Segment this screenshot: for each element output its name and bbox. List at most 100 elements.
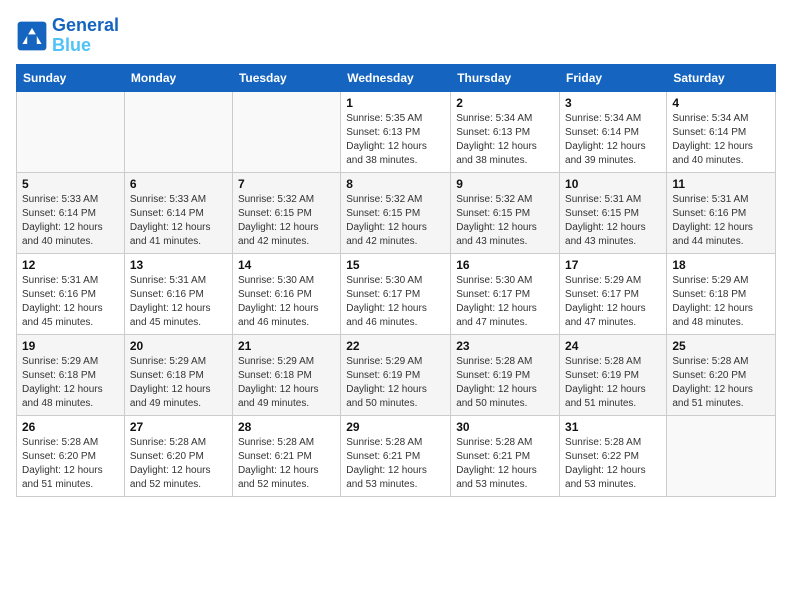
- calendar-cell: 4Sunrise: 5:34 AMSunset: 6:14 PMDaylight…: [667, 91, 776, 172]
- day-number: 25: [672, 339, 770, 353]
- day-number: 30: [456, 420, 554, 434]
- page-header: General Blue: [16, 16, 776, 56]
- logo-text: General Blue: [52, 16, 119, 56]
- day-info: Sunrise: 5:29 AMSunset: 6:17 PMDaylight:…: [565, 274, 661, 330]
- calendar-cell: 11Sunrise: 5:31 AMSunset: 6:16 PMDayligh…: [667, 172, 776, 253]
- day-header-thursday: Thursday: [451, 64, 560, 91]
- day-info: Sunrise: 5:34 AMSunset: 6:14 PMDaylight:…: [565, 112, 661, 168]
- day-info: Sunrise: 5:31 AMSunset: 6:16 PMDaylight:…: [672, 193, 770, 249]
- day-number: 14: [238, 258, 335, 272]
- day-number: 29: [346, 420, 445, 434]
- day-info: Sunrise: 5:30 AMSunset: 6:17 PMDaylight:…: [456, 274, 554, 330]
- calendar-cell: 8 Sunrise: 5:32 AMSunset: 6:15 PMDaylight…: [341, 172, 451, 253]
- day-number: 6: [130, 177, 227, 191]
- day-info: Sunrise: 5:28 AMSunset: 6:21 PMDaylight:…: [238, 436, 335, 492]
- calendar-cell: 22 Sunrise: 5:29 AMSunset: 6:19 PMDayligh…: [341, 334, 451, 415]
- day-info: Sunrise: 5:28 AMSunset: 6:20 PMDaylight:…: [672, 355, 770, 411]
- day-number: 10: [565, 177, 661, 191]
- calendar-cell: 21 Sunrise: 5:29 AMSunset: 6:18 PMDayligh…: [232, 334, 340, 415]
- calendar-cell: [667, 415, 776, 496]
- calendar-cell: 6 Sunrise: 5:33 AMSunset: 6:14 PMDaylight…: [124, 172, 232, 253]
- day-header-saturday: Saturday: [667, 64, 776, 91]
- day-header-tuesday: Tuesday: [232, 64, 340, 91]
- day-info: Sunrise: 5:31 AMSunset: 6:16 PMDaylight:…: [130, 274, 227, 330]
- day-info: Sunrise: 5:29 AMSunset: 6:18 PMDaylight:…: [130, 355, 227, 411]
- day-number: 22: [346, 339, 445, 353]
- day-info: Sunrise: 5:28 AMSunset: 6:21 PMDaylight:…: [346, 436, 445, 492]
- day-info: Sunrise: 5:30 AMSunset: 6:17 PMDaylight:…: [346, 274, 445, 330]
- day-number: 5: [22, 177, 119, 191]
- day-info: Sunrise: 5:34 AMSunset: 6:13 PMDaylight:…: [456, 112, 554, 168]
- day-number: 24: [565, 339, 661, 353]
- logo-icon: [16, 20, 48, 52]
- day-number: 12: [22, 258, 119, 272]
- calendar-cell: 29 Sunrise: 5:28 AMSunset: 6:21 PMDayligh…: [341, 415, 451, 496]
- day-number: 15: [346, 258, 445, 272]
- day-number: 7: [238, 177, 335, 191]
- day-info: Sunrise: 5:29 AMSunset: 6:19 PMDaylight:…: [346, 355, 445, 411]
- day-number: 28: [238, 420, 335, 434]
- day-header-wednesday: Wednesday: [341, 64, 451, 91]
- week-row-5: 26 Sunrise: 5:28 AMSunset: 6:20 PMDayligh…: [17, 415, 776, 496]
- day-number: 8: [346, 177, 445, 191]
- day-info: Sunrise: 5:32 AMSunset: 6:15 PMDaylight:…: [346, 193, 445, 249]
- day-header-monday: Monday: [124, 64, 232, 91]
- day-info: Sunrise: 5:33 AMSunset: 6:14 PMDaylight:…: [130, 193, 227, 249]
- calendar-cell: 7 Sunrise: 5:32 AMSunset: 6:15 PMDaylight…: [232, 172, 340, 253]
- calendar-cell: 5 Sunrise: 5:33 AMSunset: 6:14 PMDaylight…: [17, 172, 125, 253]
- calendar-cell: 26 Sunrise: 5:28 AMSunset: 6:20 PMDayligh…: [17, 415, 125, 496]
- day-number: 26: [22, 420, 119, 434]
- day-number: 20: [130, 339, 227, 353]
- day-info: Sunrise: 5:28 AMSunset: 6:20 PMDaylight:…: [130, 436, 227, 492]
- day-number: 18: [672, 258, 770, 272]
- day-number: 19: [22, 339, 119, 353]
- day-header-sunday: Sunday: [17, 64, 125, 91]
- day-number: 1: [346, 96, 445, 110]
- calendar-cell: 14 Sunrise: 5:30 AMSunset: 6:16 PMDayligh…: [232, 253, 340, 334]
- day-number: 16: [456, 258, 554, 272]
- day-info: Sunrise: 5:28 AMSunset: 6:22 PMDaylight:…: [565, 436, 661, 492]
- day-info: Sunrise: 5:32 AMSunset: 6:15 PMDaylight:…: [238, 193, 335, 249]
- calendar-cell: 2 Sunrise: 5:34 AMSunset: 6:13 PMDaylight…: [451, 91, 560, 172]
- day-number: 23: [456, 339, 554, 353]
- calendar-cell: 28 Sunrise: 5:28 AMSunset: 6:21 PMDayligh…: [232, 415, 340, 496]
- calendar-cell: 9 Sunrise: 5:32 AMSunset: 6:15 PMDaylight…: [451, 172, 560, 253]
- day-number: 2: [456, 96, 554, 110]
- day-info: Sunrise: 5:31 AMSunset: 6:15 PMDaylight:…: [565, 193, 661, 249]
- days-header-row: SundayMondayTuesdayWednesdayThursdayFrid…: [17, 64, 776, 91]
- calendar-cell: 27Sunrise: 5:28 AMSunset: 6:20 PMDayligh…: [124, 415, 232, 496]
- calendar-cell: 13Sunrise: 5:31 AMSunset: 6:16 PMDayligh…: [124, 253, 232, 334]
- day-info: Sunrise: 5:30 AMSunset: 6:16 PMDaylight:…: [238, 274, 335, 330]
- day-info: Sunrise: 5:34 AMSunset: 6:14 PMDaylight:…: [672, 112, 770, 168]
- day-info: Sunrise: 5:35 AMSunset: 6:13 PMDaylight:…: [346, 112, 445, 168]
- calendar-cell: 25 Sunrise: 5:28 AMSunset: 6:20 PMDayligh…: [667, 334, 776, 415]
- day-info: Sunrise: 5:29 AMSunset: 6:18 PMDaylight:…: [238, 355, 335, 411]
- day-info: Sunrise: 5:28 AMSunset: 6:20 PMDaylight:…: [22, 436, 119, 492]
- calendar-cell: 3Sunrise: 5:34 AMSunset: 6:14 PMDaylight…: [560, 91, 667, 172]
- calendar-cell: 12Sunrise: 5:31 AMSunset: 6:16 PMDayligh…: [17, 253, 125, 334]
- calendar-cell: 18 Sunrise: 5:29 AMSunset: 6:18 PMDayligh…: [667, 253, 776, 334]
- day-header-friday: Friday: [560, 64, 667, 91]
- day-number: 21: [238, 339, 335, 353]
- calendar-cell: 20 Sunrise: 5:29 AMSunset: 6:18 PMDayligh…: [124, 334, 232, 415]
- day-info: Sunrise: 5:33 AMSunset: 6:14 PMDaylight:…: [22, 193, 119, 249]
- day-number: 31: [565, 420, 661, 434]
- calendar-cell: 31 Sunrise: 5:28 AMSunset: 6:22 PMDayligh…: [560, 415, 667, 496]
- day-info: Sunrise: 5:28 AMSunset: 6:21 PMDaylight:…: [456, 436, 554, 492]
- calendar-cell: [124, 91, 232, 172]
- week-row-2: 5 Sunrise: 5:33 AMSunset: 6:14 PMDaylight…: [17, 172, 776, 253]
- day-number: 17: [565, 258, 661, 272]
- day-info: Sunrise: 5:32 AMSunset: 6:15 PMDaylight:…: [456, 193, 554, 249]
- calendar-cell: 15 Sunrise: 5:30 AMSunset: 6:17 PMDayligh…: [341, 253, 451, 334]
- calendar-cell: 24 Sunrise: 5:28 AMSunset: 6:19 PMDayligh…: [560, 334, 667, 415]
- day-info: Sunrise: 5:28 AMSunset: 6:19 PMDaylight:…: [565, 355, 661, 411]
- day-info: Sunrise: 5:29 AMSunset: 6:18 PMDaylight:…: [672, 274, 770, 330]
- day-number: 9: [456, 177, 554, 191]
- calendar-cell: 30 Sunrise: 5:28 AMSunset: 6:21 PMDayligh…: [451, 415, 560, 496]
- calendar-cell: 17 Sunrise: 5:29 AMSunset: 6:17 PMDayligh…: [560, 253, 667, 334]
- calendar-cell: 16 Sunrise: 5:30 AMSunset: 6:17 PMDayligh…: [451, 253, 560, 334]
- calendar-cell: [232, 91, 340, 172]
- week-row-3: 12 Sunrise: 5:31 AMSunset: 6:16 PMDayligh…: [17, 253, 776, 334]
- day-info: Sunrise: 5:29 AMSunset: 6:18 PMDaylight:…: [22, 355, 119, 411]
- calendar-cell: 19 Sunrise: 5:29 AMSunset: 6:18 PMDayligh…: [17, 334, 125, 415]
